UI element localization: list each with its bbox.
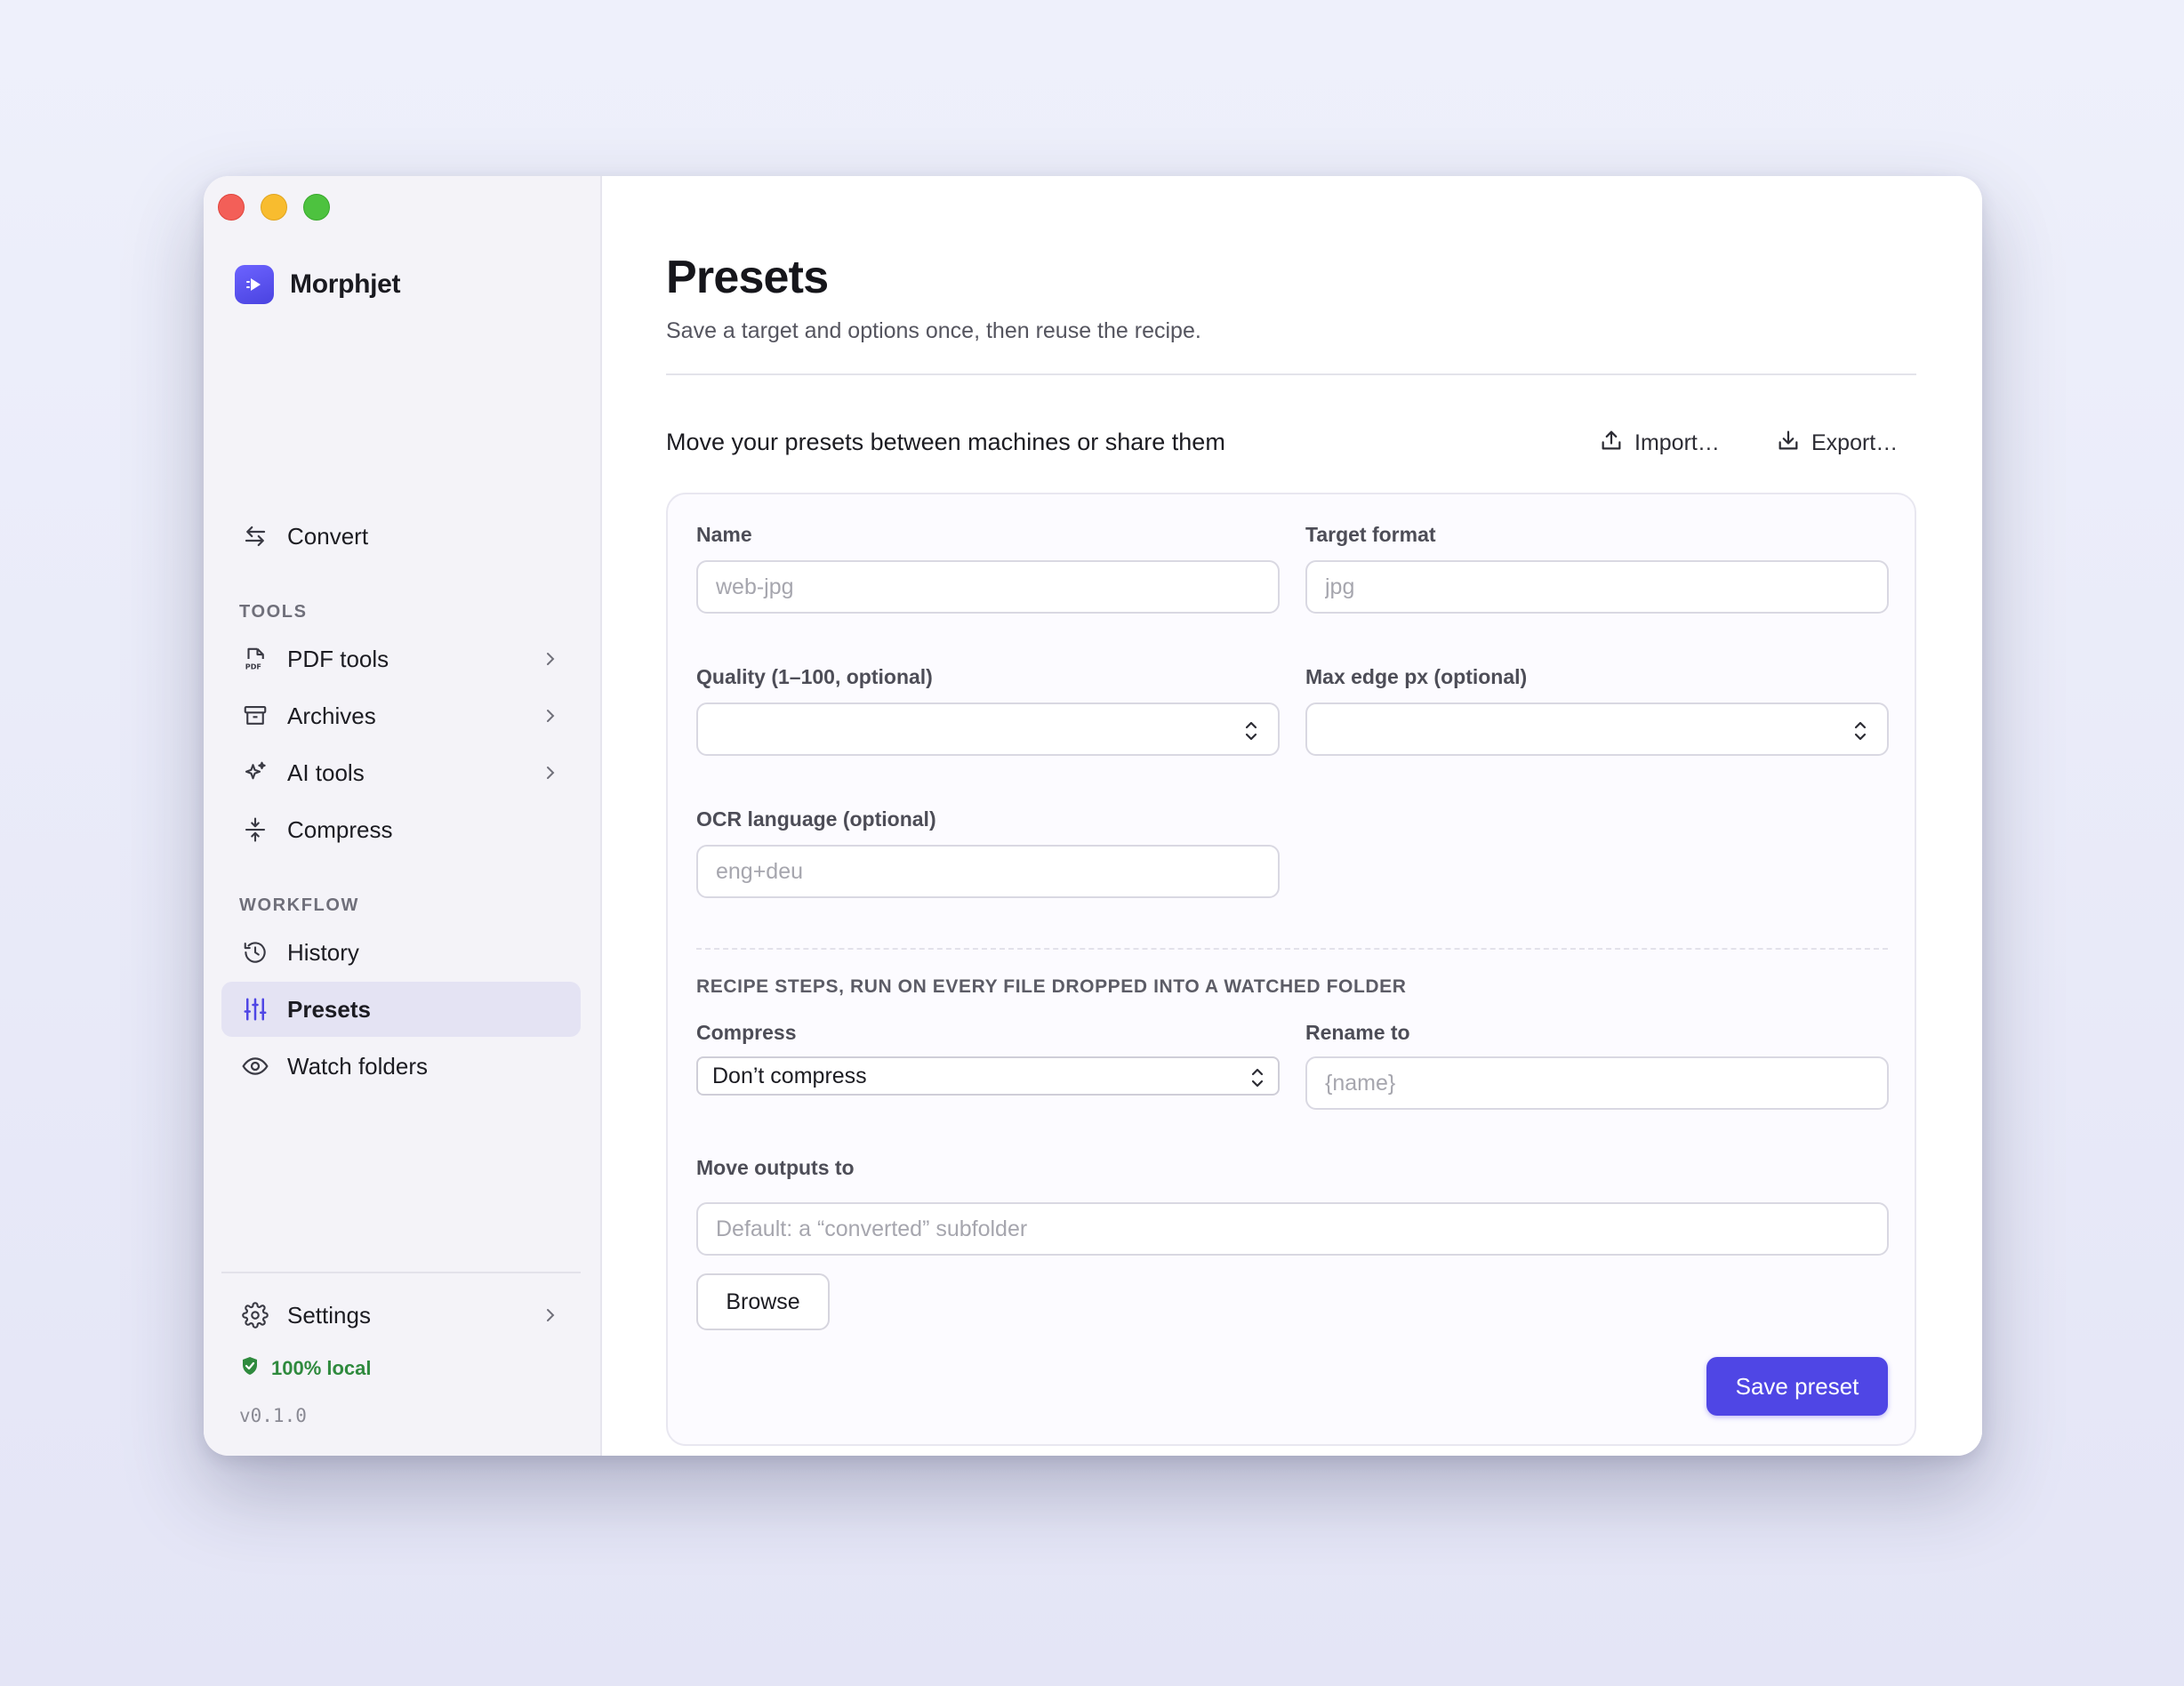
sidebar-item-label: AI tools [287, 759, 365, 786]
name-label: Name [696, 523, 752, 546]
sidebar-item-history[interactable]: History [221, 925, 581, 980]
title-divider [666, 373, 1916, 375]
ocr-language-label: OCR language (optional) [696, 807, 936, 831]
save-preset-button[interactable]: Save preset [1706, 1357, 1888, 1416]
sidebar: Morphjet Convert TOOLS PDF PDF tools Arc… [204, 176, 602, 1456]
sidebar-item-label: Archives [287, 702, 376, 729]
quality-label: Quality (1–100, optional) [696, 665, 933, 688]
sidebar-item-label: PDF tools [287, 645, 389, 672]
app-version: v0.1.0 [239, 1405, 307, 1426]
move-outputs-label: Move outputs to [696, 1156, 855, 1179]
rename-input[interactable] [1305, 1056, 1889, 1110]
compress-selected-value: Don’t compress [712, 1063, 867, 1088]
chevron-right-icon [540, 762, 561, 790]
zoom-window-button[interactable] [303, 194, 330, 221]
sidebar-item-watch-folders[interactable]: Watch folders [221, 1039, 581, 1094]
share-description: Move your presets between machines or sh… [666, 429, 1225, 455]
stepper-arrows-icon[interactable] [1850, 719, 1871, 750]
sidebar-item-label: Watch folders [287, 1052, 428, 1080]
sidebar-item-label: Compress [287, 815, 393, 843]
ocr-language-input[interactable] [696, 845, 1280, 898]
history-icon [239, 936, 271, 968]
sidebar-item-settings[interactable]: Settings [221, 1288, 581, 1343]
compress-select[interactable]: Don’t compress [696, 1056, 1280, 1096]
export-label: Export… [1811, 430, 1899, 455]
recipe-steps-heading: RECIPE STEPS, RUN ON EVERY FILE DROPPED … [696, 976, 1407, 997]
app-name: Morphjet [290, 269, 401, 299]
main-content: Presets Save a target and options once, … [602, 176, 1982, 1456]
sidebar-item-label: Presets [287, 995, 371, 1023]
page-title: Presets [666, 252, 829, 303]
compress-icon [239, 814, 271, 846]
local-status-text: 100% local [271, 1357, 372, 1379]
local-status-badge: 100% local [239, 1355, 372, 1382]
sidebar-item-ai-tools[interactable]: AI tools [221, 745, 581, 800]
sidebar-item-label: History [287, 938, 359, 966]
move-outputs-input[interactable] [696, 1202, 1889, 1256]
sidebar-item-compress[interactable]: Compress [221, 802, 581, 857]
close-window-button[interactable] [218, 194, 245, 221]
app-window: Morphjet Convert TOOLS PDF PDF tools Arc… [204, 176, 1982, 1456]
sidebar-item-presets[interactable]: Presets [221, 982, 581, 1037]
minimize-window-button[interactable] [261, 194, 287, 221]
sliders-icon [239, 993, 271, 1025]
tools-section-heading: TOOLS [239, 602, 308, 622]
select-arrows-icon [1248, 1066, 1267, 1096]
sidebar-divider [221, 1272, 581, 1273]
sidebar-item-archives[interactable]: Archives [221, 688, 581, 743]
chevron-right-icon [540, 648, 561, 676]
import-button[interactable]: Import… [1599, 423, 1720, 462]
shield-check-icon [239, 1355, 261, 1382]
archive-box-icon [239, 700, 271, 732]
download-icon [1776, 428, 1801, 459]
convert-arrows-icon [239, 520, 271, 552]
app-logo-icon [235, 265, 274, 304]
sidebar-item-label: Convert [287, 522, 369, 550]
sidebar-item-label: Settings [287, 1301, 371, 1329]
page-subtitle: Save a target and options once, then reu… [666, 318, 1201, 343]
stepper-arrows-icon[interactable] [1241, 719, 1262, 750]
workflow-section-heading: WORKFLOW [239, 895, 359, 915]
name-input[interactable] [696, 560, 1280, 614]
quality-stepper[interactable] [696, 702, 1280, 756]
target-format-label: Target format [1305, 523, 1436, 546]
target-format-input[interactable] [1305, 560, 1889, 614]
import-label: Import… [1634, 430, 1720, 455]
svg-text:PDF: PDF [245, 662, 261, 670]
window-controls [218, 194, 330, 221]
sidebar-item-convert[interactable]: Convert [221, 509, 581, 564]
rename-label: Rename to [1305, 1021, 1410, 1044]
brand: Morphjet [235, 265, 401, 304]
preset-form-card: Name Target format Quality (1–100, optio… [666, 493, 1916, 1446]
chevron-right-icon [540, 1305, 561, 1332]
eye-icon [239, 1050, 271, 1082]
export-button[interactable]: Export… [1776, 423, 1898, 462]
max-edge-stepper[interactable] [1305, 702, 1889, 756]
sidebar-item-pdf-tools[interactable]: PDF PDF tools [221, 631, 581, 686]
pdf-file-icon: PDF [239, 643, 271, 675]
upload-icon [1599, 428, 1624, 459]
compress-label: Compress [696, 1021, 797, 1044]
sparkles-icon [239, 757, 271, 789]
browse-button[interactable]: Browse [696, 1273, 830, 1330]
chevron-right-icon [540, 705, 561, 733]
recipe-divider [696, 948, 1888, 950]
gear-icon [239, 1299, 271, 1331]
max-edge-label: Max edge px (optional) [1305, 665, 1528, 688]
